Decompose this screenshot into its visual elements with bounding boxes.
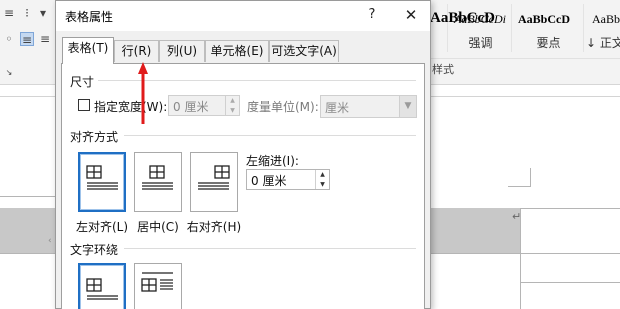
indent-label: 左缩进(I): bbox=[246, 154, 299, 168]
measure-value: 厘米 bbox=[325, 101, 350, 115]
cell-marker-icon: ‹ bbox=[48, 236, 52, 246]
align-right-option[interactable] bbox=[190, 152, 238, 212]
align-left-option[interactable] bbox=[78, 152, 126, 212]
table-properties-dialog: 表格属性 ? ✕ 表格(T) 行(R) 列(U) 单元格(E) 可选文字(A) … bbox=[55, 0, 431, 309]
align-center-icon bbox=[142, 165, 173, 190]
style-item-strong[interactable]: AaBbCcD 要点 bbox=[514, 4, 584, 52]
wrap-around-option[interactable] bbox=[134, 263, 182, 309]
style-sample: AaBbCcD bbox=[518, 12, 571, 26]
margin-mark bbox=[508, 186, 530, 187]
section-separator bbox=[124, 135, 416, 136]
style-sample: AaBbCcD bbox=[592, 12, 620, 26]
align-right-caption: 右对齐(H) bbox=[186, 220, 242, 234]
style-name: 强调 bbox=[468, 36, 493, 50]
style-item[interactable]: AaBbCcD bbox=[430, 4, 495, 52]
style-name: 要点 bbox=[536, 36, 561, 50]
style-name: ↓ 正文 bbox=[586, 34, 620, 51]
measure-in-label: 度量单位(M): bbox=[247, 100, 319, 114]
styles-group-label: 样式 bbox=[432, 63, 454, 76]
dropdown-icon[interactable]: ▾ bbox=[36, 6, 50, 20]
width-value: 0 厘米 bbox=[173, 100, 209, 114]
indent-value: 0 厘米 bbox=[251, 174, 287, 188]
align-right-icon bbox=[198, 165, 230, 190]
dialog-launcher-icon[interactable]: ↘ bbox=[2, 66, 16, 80]
dialog-title: 表格属性 bbox=[65, 10, 114, 24]
spin-up-icon[interactable]: ▲ bbox=[226, 96, 239, 105]
size-section-label: 尺寸 bbox=[70, 75, 95, 89]
indent-spinner[interactable]: 0 厘米 ▲ ▼ bbox=[246, 169, 330, 190]
tab-alt-text[interactable]: 可选文字(A) bbox=[269, 40, 339, 62]
wrap-none-option[interactable] bbox=[78, 263, 126, 309]
chevron-down-icon[interactable]: ▼ bbox=[399, 96, 416, 117]
preferred-width-checkbox[interactable] bbox=[78, 99, 90, 111]
paragraph-group: ≡ ⁝ ▾ ◦ ≡ ≡ ↘ bbox=[0, 0, 60, 85]
help-button[interactable]: ? bbox=[362, 5, 382, 25]
ribbon-divider bbox=[430, 58, 620, 59]
align-center-option[interactable] bbox=[134, 152, 182, 212]
align-left-icon[interactable]: ≡ bbox=[20, 32, 34, 47]
table-border bbox=[520, 282, 620, 283]
alignment-section-label: 对齐方式 bbox=[70, 130, 119, 144]
dialog-titlebar[interactable]: 表格属性 ? ✕ bbox=[56, 1, 430, 31]
shading-icon[interactable]: ◦ bbox=[2, 32, 16, 46]
wrap-around-icon bbox=[141, 272, 173, 292]
paragraph-mark: ↵ bbox=[512, 210, 522, 223]
table-border bbox=[520, 253, 620, 254]
style-name-text: 正文 bbox=[599, 36, 620, 50]
table-border bbox=[520, 208, 521, 309]
spin-down-icon[interactable]: ▼ bbox=[226, 106, 239, 115]
preferred-width-label: 指定宽度(W): bbox=[94, 100, 168, 114]
width-spinner[interactable]: 0 厘米 ▲ ▼ bbox=[168, 95, 240, 116]
margin-mark bbox=[530, 168, 531, 187]
measure-in-select[interactable]: 厘米 ▼ bbox=[320, 95, 417, 118]
align-left-caption: 左对齐(L) bbox=[75, 220, 129, 234]
align-left-icon bbox=[86, 165, 118, 190]
spin-arrows: ▲ ▼ bbox=[225, 96, 239, 115]
numbered-list-icon[interactable]: ≡ bbox=[2, 6, 16, 20]
table-border bbox=[520, 208, 620, 209]
spin-down-icon[interactable]: ▼ bbox=[316, 180, 329, 189]
style-item-emphasis[interactable]: AaBbCcDi 强调 bbox=[450, 4, 512, 52]
align-center-caption: 居中(C) bbox=[137, 220, 179, 234]
spin-arrows: ▲ ▼ bbox=[315, 170, 329, 189]
annotation-arrow-icon bbox=[138, 62, 148, 124]
style-item-normal[interactable]: AaBbCcD ↓ 正文 bbox=[586, 4, 620, 52]
style-sample: AaBbCcDi bbox=[454, 12, 506, 26]
section-separator bbox=[124, 248, 416, 249]
tab-table[interactable]: 表格(T) bbox=[62, 37, 114, 64]
spin-up-icon[interactable]: ▲ bbox=[316, 170, 329, 179]
styles-gallery: AaBbCcD AaBbCcDi 强调 AaBbCcD 要点 AaBbCcD ↓… bbox=[430, 0, 620, 58]
wrap-none-icon bbox=[86, 278, 118, 300]
tab-row[interactable]: 行(R) bbox=[114, 40, 159, 62]
bullet-list-icon[interactable]: ⁝ bbox=[20, 6, 34, 20]
close-button[interactable]: ✕ bbox=[400, 5, 422, 25]
align-center-icon[interactable]: ≡ bbox=[38, 32, 52, 46]
tab-cell[interactable]: 单元格(E) bbox=[205, 40, 269, 62]
tab-column[interactable]: 列(U) bbox=[159, 40, 205, 62]
text-wrapping-section-label: 文字环绕 bbox=[70, 243, 119, 257]
